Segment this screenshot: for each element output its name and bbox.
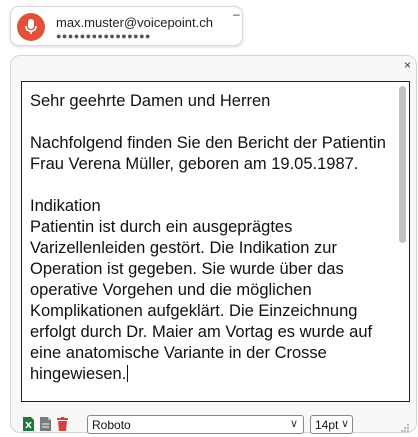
font-family-select[interactable]: Roboto ∨ — [87, 415, 304, 434]
editor-toolbar: Roboto ∨ 14pt ∨ — [23, 415, 413, 437]
font-family-value: Roboto — [92, 418, 131, 432]
close-button[interactable]: × — [404, 58, 411, 72]
trash-icon[interactable] — [57, 417, 68, 431]
editor-content[interactable]: Sehr geehrte Damen und Herren Nachfolgen… — [30, 91, 398, 385]
report-editor[interactable]: Sehr geehrte Damen und Herren Nachfolgen… — [21, 81, 410, 402]
chevron-down-icon: ∨ — [289, 418, 298, 430]
resize-grip-icon[interactable] — [400, 422, 410, 432]
minimize-button[interactable]: – — [233, 7, 240, 21]
font-size-value: 14pt — [315, 418, 339, 432]
font-size-select[interactable]: 14pt ∨ — [310, 415, 353, 434]
login-card: max.muster@voicepoint.ch ●●●●●●●●●●●●●●●… — [10, 6, 243, 46]
editor-scrollbar[interactable] — [399, 84, 406, 400]
microphone-icon[interactable] — [17, 13, 45, 41]
document-icon[interactable] — [40, 417, 51, 431]
chevron-down-icon: ∨ — [340, 418, 349, 430]
scrollbar-thumb[interactable] — [399, 86, 406, 243]
text-caret — [127, 365, 129, 382]
excel-export-icon[interactable] — [23, 417, 34, 431]
account-email: max.muster@voicepoint.ch — [56, 15, 213, 30]
password-field[interactable]: ●●●●●●●●●●●●●●●● — [56, 31, 151, 41]
editor-text: Sehr geehrte Damen und Herren Nachfolgen… — [30, 92, 386, 383]
